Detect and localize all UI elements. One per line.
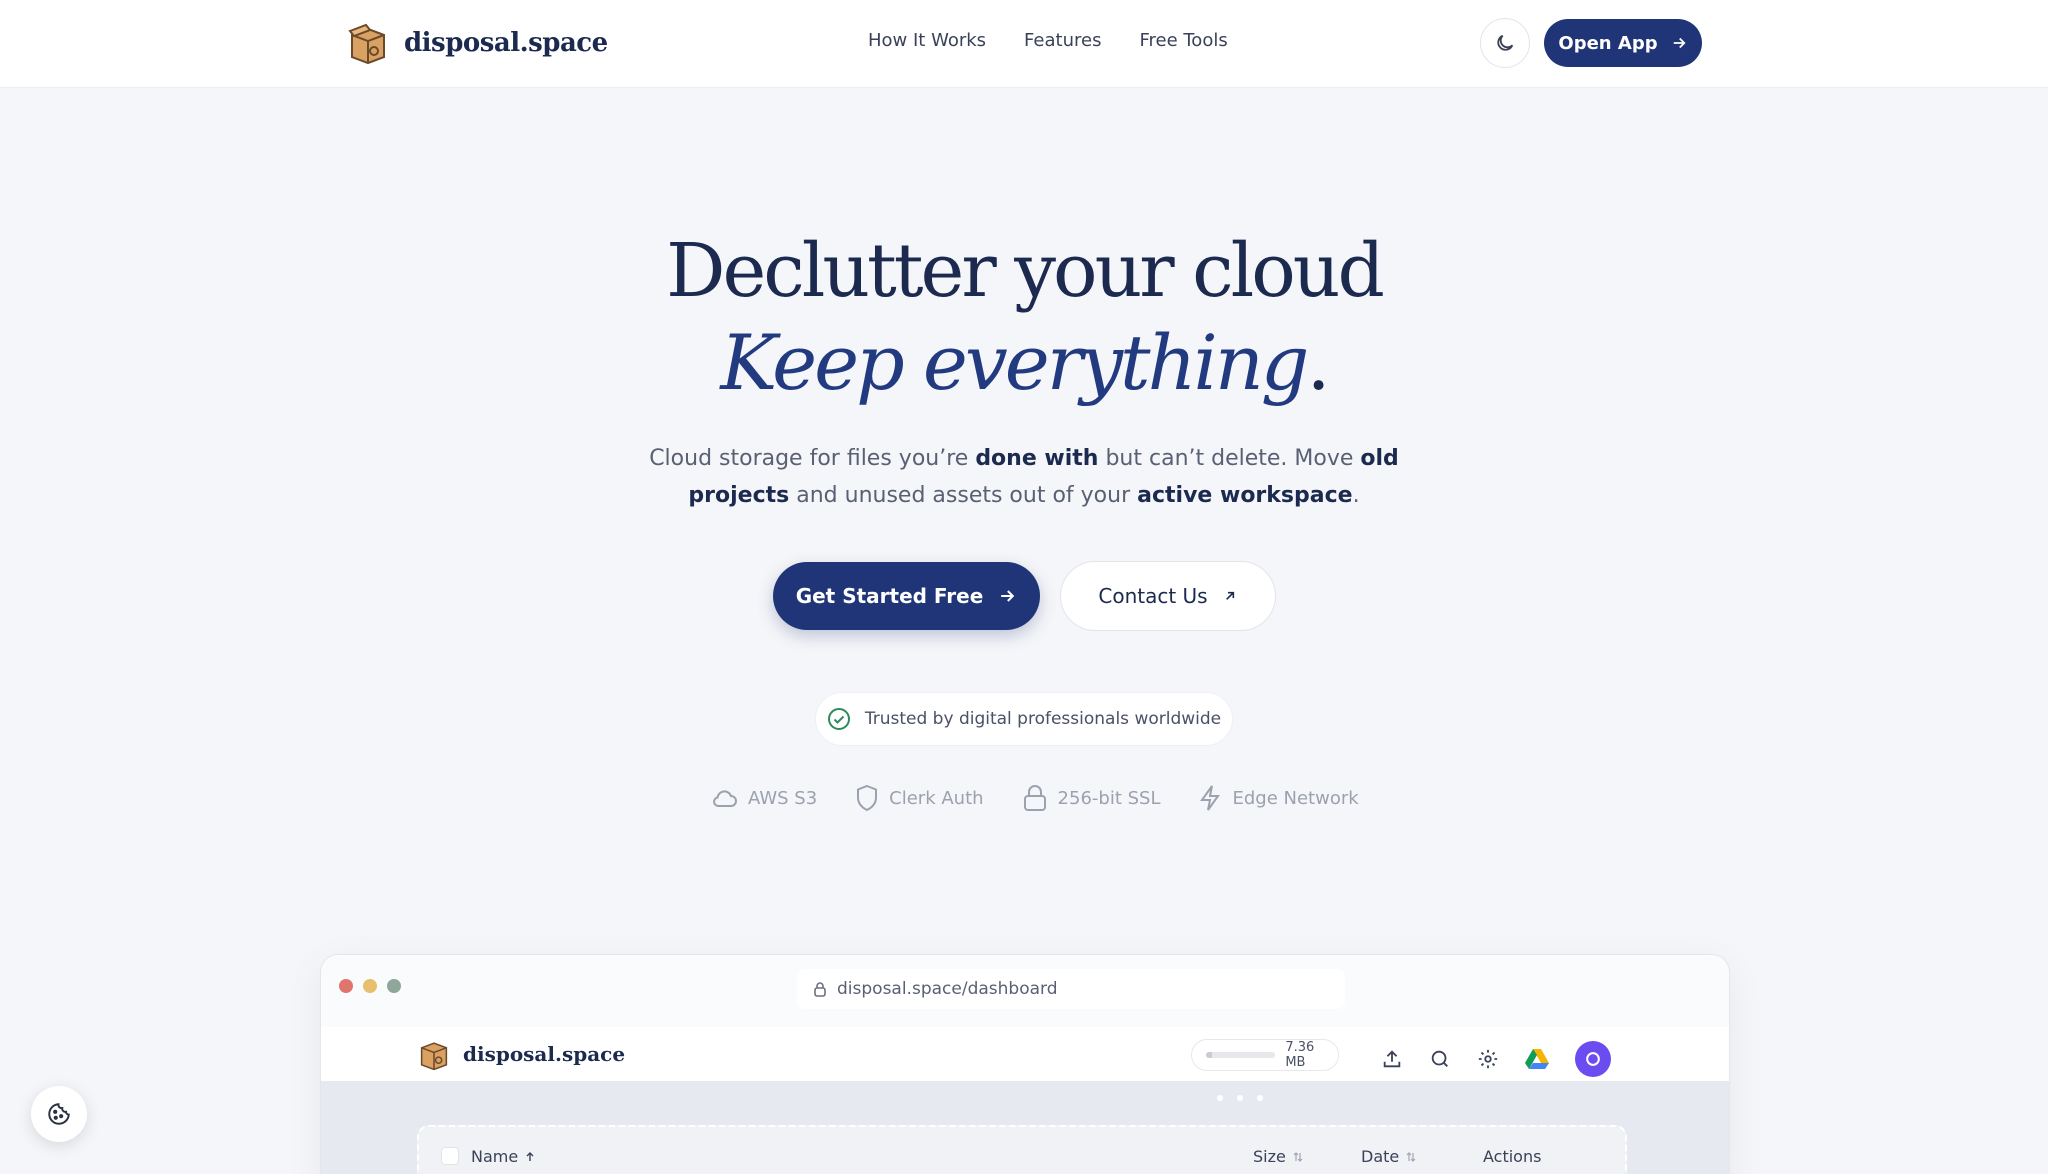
app-toolbar <box>1381 1041 1611 1077</box>
column-label: Size <box>1253 1147 1286 1166</box>
select-all-checkbox[interactable] <box>441 1147 459 1165</box>
open-app-label: Open App <box>1558 32 1658 54</box>
app-body: Name Size Date Actions <box>321 1081 1729 1174</box>
badge-label: Clerk Auth <box>889 787 984 809</box>
app-brand-name: disposal.space <box>463 1042 626 1066</box>
badge-ssl: 256-bit SSL <box>1022 784 1161 812</box>
column-label: Actions <box>1483 1147 1542 1166</box>
hero-title-period: . <box>1306 318 1330 407</box>
gear-icon[interactable] <box>1477 1048 1499 1070</box>
hero-title-line2: Keep everything. <box>0 318 2048 407</box>
tech-badges: AWS S3 Clerk Auth 256-bit SSL Edge Netwo… <box>710 784 1359 812</box>
main-nav: How It Works Features Free Tools <box>868 30 1228 51</box>
arrow-right-icon <box>1673 37 1686 49</box>
user-avatar[interactable] <box>1575 1041 1611 1077</box>
hero-subtitle: Cloud storage for files you’re done with… <box>604 440 1444 514</box>
loading-dots <box>1217 1095 1263 1101</box>
badge-edge: Edge Network <box>1198 784 1359 812</box>
cookie-icon <box>48 1103 70 1125</box>
app-header: disposal.space 7.36 MB <box>321 1027 1729 1081</box>
sort-asc-icon <box>526 1151 534 1161</box>
badge-label: AWS S3 <box>748 787 818 809</box>
column-label: Name <box>471 1147 519 1166</box>
contact-us-button[interactable]: Contact Us <box>1060 561 1276 631</box>
dashboard-preview: disposal.space/dashboard disposal.space … <box>320 954 1730 1174</box>
contact-us-label: Contact Us <box>1098 584 1208 608</box>
get-started-label: Get Started Free <box>795 584 984 608</box>
subtitle-text: Cloud storage for files you’re <box>649 446 976 471</box>
column-header-name[interactable]: Name <box>471 1147 536 1166</box>
search-icon[interactable] <box>1429 1048 1451 1070</box>
url-text: disposal.space/dashboard <box>837 979 1058 999</box>
storage-fill <box>1206 1052 1212 1058</box>
close-dot-icon <box>339 979 353 993</box>
column-header-date[interactable]: Date <box>1361 1147 1417 1166</box>
trust-badge: Trusted by digital professionals worldwi… <box>815 692 1233 746</box>
open-app-button[interactable]: Open App <box>1544 19 1702 67</box>
badge-label: Edge Network <box>1232 787 1359 809</box>
top-navbar: disposal.space How It Works Features Fre… <box>0 0 2048 88</box>
lock-icon <box>1023 785 1046 811</box>
arrow-up-right-icon <box>1225 591 1234 600</box>
brand-name: disposal.space <box>404 28 608 58</box>
app-brand: disposal.space <box>417 1037 625 1071</box>
get-started-button[interactable]: Get Started Free <box>773 562 1040 630</box>
file-table: Name Size Date Actions <box>417 1125 1627 1174</box>
trust-text: Trusted by digital professionals worldwi… <box>864 709 1222 729</box>
subtitle-text: and unused assets out of your <box>789 483 1138 508</box>
hero-title-line1: Declutter your cloud <box>666 228 1385 314</box>
nav-features[interactable]: Features <box>1024 30 1101 51</box>
badge-aws: AWS S3 <box>710 787 817 809</box>
theme-toggle-button[interactable] <box>1480 18 1530 68</box>
nav-free-tools[interactable]: Free Tools <box>1139 30 1227 51</box>
column-header-size[interactable]: Size <box>1253 1147 1304 1166</box>
user-icon <box>1586 1052 1600 1066</box>
box-logo-icon <box>348 23 385 65</box>
brand-logo[interactable]: disposal.space <box>346 20 608 66</box>
shield-icon <box>857 784 878 812</box>
subtitle-text: but can’t delete. Move <box>1098 446 1361 471</box>
storage-indicator: 7.36 MB <box>1191 1039 1339 1071</box>
column-label: Date <box>1361 1147 1400 1166</box>
lock-icon <box>814 982 826 997</box>
upload-icon[interactable] <box>1381 1048 1403 1070</box>
badge-clerk: Clerk Auth <box>855 784 984 812</box>
storage-used: 7.36 MB <box>1285 1040 1315 1070</box>
sort-icon <box>1406 1151 1416 1162</box>
column-header-actions: Actions <box>1483 1147 1541 1166</box>
hero-title-italic: Keep everything <box>720 318 1309 407</box>
cloud-icon <box>713 790 737 807</box>
cookie-settings-button[interactable] <box>31 1086 87 1142</box>
check-circle-icon <box>827 708 850 730</box>
subtitle-emphasis: done with <box>975 446 1099 471</box>
box-logo-icon <box>420 1042 448 1071</box>
window-controls <box>339 979 401 993</box>
lightning-icon <box>1200 785 1221 811</box>
nav-how-it-works[interactable]: How It Works <box>868 30 986 51</box>
arrow-right-icon <box>1001 590 1015 602</box>
subtitle-emphasis: active workspace <box>1137 483 1353 508</box>
maximize-dot-icon <box>387 979 401 993</box>
subtitle-text: . <box>1352 483 1360 508</box>
minimize-dot-icon <box>363 979 377 993</box>
moon-icon <box>1497 34 1514 51</box>
sort-icon <box>1293 1151 1303 1162</box>
google-drive-icon[interactable] <box>1525 1048 1549 1070</box>
storage-bar <box>1206 1052 1276 1058</box>
address-bar: disposal.space/dashboard <box>797 969 1345 1009</box>
badge-label: 256-bit SSL <box>1057 787 1161 809</box>
